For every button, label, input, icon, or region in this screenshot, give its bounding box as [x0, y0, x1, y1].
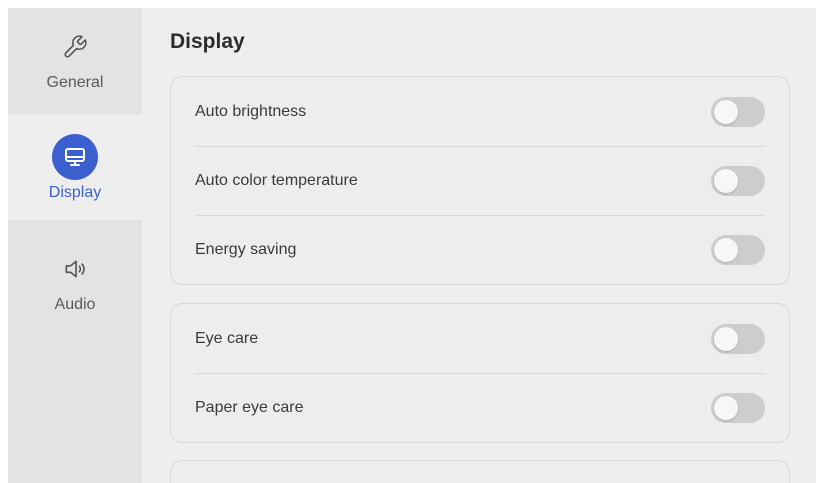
- speaker-icon: [52, 246, 98, 292]
- paper-eye-care-toggle[interactable]: [711, 392, 765, 423]
- monitor-icon: [52, 134, 98, 180]
- sidebar-item-display[interactable]: Display: [8, 114, 142, 220]
- sidebar-item-label: Audio: [54, 296, 96, 313]
- toggle-knob: [714, 326, 738, 351]
- sidebar: General Display Audio: [8, 8, 142, 483]
- wrench-icon: [52, 24, 98, 70]
- settings-group-eye-care: Eye care Paper eye care: [170, 303, 790, 443]
- toggle-knob: [714, 99, 738, 124]
- setting-label: Energy saving: [195, 240, 297, 258]
- setting-label: Auto brightness: [195, 102, 307, 120]
- setting-label: Auto color temperature: [195, 171, 358, 189]
- eye-care-toggle[interactable]: [711, 323, 765, 354]
- toggle-knob: [714, 237, 738, 262]
- sidebar-item-general[interactable]: General: [8, 8, 142, 114]
- energy-saving-toggle[interactable]: [711, 234, 765, 265]
- toggle-knob: [714, 395, 738, 420]
- sidebar-item-label: General: [46, 74, 104, 91]
- sidebar-item-label: Display: [48, 184, 102, 201]
- settings-group-partial: [170, 460, 790, 483]
- settings-group-display: Auto brightness Auto color temperature E…: [170, 76, 790, 285]
- setting-label: Paper eye care: [195, 398, 304, 416]
- settings-window: General Display Audio Display Auto brigh…: [8, 8, 816, 483]
- setting-row-auto-color-temperature: Auto color temperature: [171, 146, 789, 215]
- toggle-knob: [714, 168, 738, 193]
- page-title: Display: [170, 30, 245, 53]
- setting-label: Eye care: [195, 329, 259, 347]
- sidebar-item-audio[interactable]: Audio: [8, 226, 142, 332]
- auto-color-temperature-toggle[interactable]: [711, 165, 765, 196]
- setting-row-energy-saving: Energy saving: [171, 215, 789, 284]
- setting-row-paper-eye-care: Paper eye care: [171, 373, 789, 442]
- setting-row-eye-care: Eye care: [171, 304, 789, 373]
- setting-row-auto-brightness: Auto brightness: [171, 77, 789, 146]
- auto-brightness-toggle[interactable]: [711, 96, 765, 127]
